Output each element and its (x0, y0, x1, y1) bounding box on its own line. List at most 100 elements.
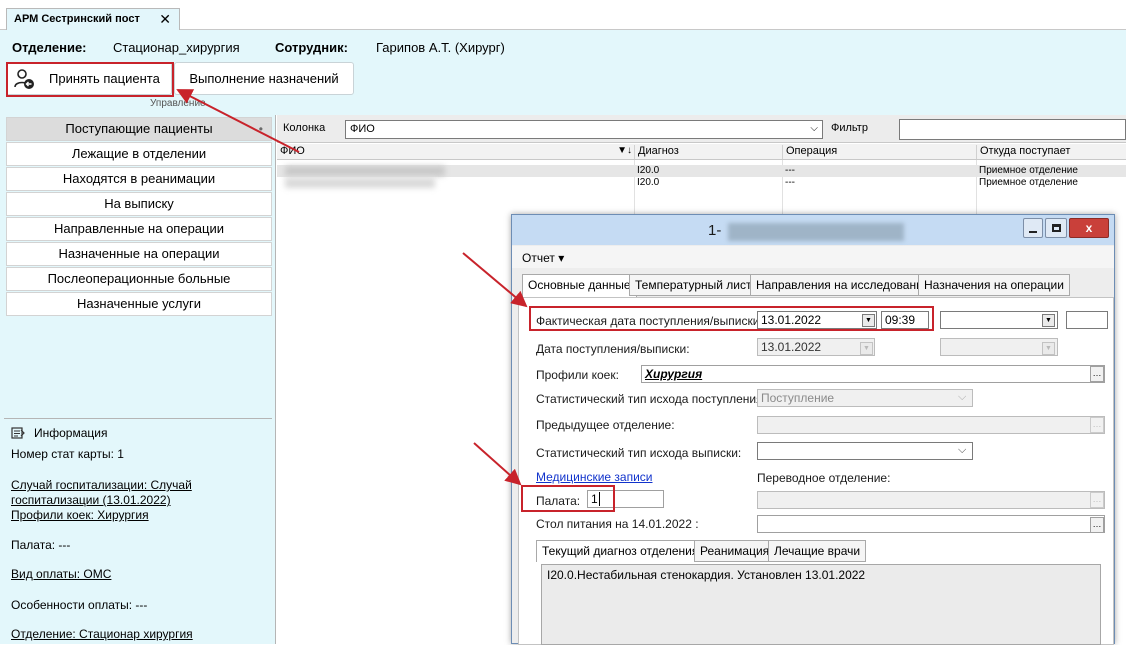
discharge-outcome-select[interactable] (757, 442, 973, 460)
meal-table-ellipsis-button[interactable]: … (1090, 517, 1104, 533)
column-header-label: ФИО (280, 145, 305, 157)
execute-assignments-button[interactable]: Выполнение назначений (174, 62, 354, 95)
ward-label: Палата: (536, 494, 581, 508)
discharge-date-dropdown-icon[interactable]: ▼ (1042, 314, 1055, 327)
cell-diagnosis: I20.0 (637, 177, 660, 188)
discharge-time-field[interactable] (1066, 311, 1108, 329)
nav-item-label: Лежащие в отделении (71, 146, 207, 161)
execute-assignments-label: Выполнение назначений (189, 71, 339, 86)
column-header-source[interactable]: Откуда поступает (976, 145, 1126, 159)
admission-outcome-label: Статистический тип исхода поступления: (536, 392, 766, 406)
column-header-diagnosis[interactable]: Диагноз (634, 145, 782, 159)
info-title: Информация (34, 426, 108, 440)
information-panel: Информация Номер стат карты: 1 Случай го… (4, 418, 272, 644)
filter-label: Фильтр (831, 122, 868, 134)
info-card-number: Номер стат карты: 1 (11, 447, 124, 461)
cell-operation: --- (785, 177, 795, 188)
admission-date-2-dropdown-icon: ▼ (1042, 342, 1055, 355)
nav-referred-to-surgery[interactable]: Направленные на операции (6, 217, 272, 241)
tab-research-referrals[interactable]: Направления на исследования (750, 274, 936, 296)
chevron-down-icon[interactable]: ⌵ (958, 444, 966, 457)
minimize-button[interactable] (1023, 218, 1043, 238)
info-bed-profiles-link[interactable]: Профили коек: Хирургия (11, 508, 149, 522)
discharge-outcome-label: Статистический тип исхода выписки: (536, 446, 742, 460)
nav-for-discharge[interactable]: На выписку (6, 192, 272, 216)
dialog-menu-bar: Отчет ▾ (512, 246, 1114, 268)
info-icon (11, 427, 25, 442)
grid-header: ФИО ▼↓ Диагноз Операция Откуда поступает (277, 144, 1126, 160)
nav-in-intensive-care[interactable]: Находятся в реанимации (6, 167, 272, 191)
filter-bar: Колонка ФИО ⌵ Фильтр (277, 115, 1126, 143)
nav-item-label: На выписку (104, 196, 174, 211)
meal-table-label: Стол питания на 14.01.2022 : (536, 517, 699, 531)
department-value: Стационар_хирургия (113, 40, 240, 55)
header-panel: Отделение: Стационар_хирургия Сотрудник:… (0, 30, 1126, 115)
column-select-value: ФИО (350, 123, 375, 135)
maximize-icon (1051, 224, 1061, 232)
info-hospitalization-case-link[interactable]: Случай госпитализации: Случай госпитализ… (11, 478, 211, 508)
discharge-date-field[interactable] (940, 311, 1058, 329)
column-header-fio[interactable]: ФИО ▼↓ (277, 145, 634, 159)
chevron-down-icon: ⌵ (958, 391, 967, 403)
tab-intensive-care[interactable]: Реанимация (694, 540, 776, 562)
bed-profiles-label: Профили коек: (536, 368, 619, 382)
medical-records-link[interactable]: Медицинские записи (536, 470, 653, 484)
admission-date-2-field (940, 338, 1058, 356)
actual-time-field[interactable]: 09:39 (881, 311, 929, 329)
tab-current-diagnosis[interactable]: Текущий диагноз отделения (536, 540, 705, 562)
meal-table-field[interactable] (757, 515, 1105, 533)
tab-close-icon[interactable]: ✕ (159, 11, 171, 28)
maximize-button[interactable] (1045, 218, 1067, 238)
chevron-down-icon: ⌵ (810, 123, 818, 134)
nav-lying-in-department[interactable]: Лежащие в отделении (6, 142, 272, 166)
actual-date-field[interactable]: 13.01.2022 (757, 311, 877, 329)
cell-source: Приемное отделение (979, 165, 1078, 176)
transfer-department-ellipsis-button: … (1090, 492, 1104, 508)
document-tab-strip: АРМ Сестринский пост ✕ (0, 0, 1126, 31)
column-label: Колонка (283, 122, 326, 134)
previous-department-ellipsis-button: … (1090, 417, 1104, 433)
column-header-operation[interactable]: Операция (782, 145, 976, 159)
nav-postoperative-patients[interactable]: Послеоперационные больные (6, 267, 272, 291)
patient-card-dialog: 1- x Отчет ▾ Основные данные Температурн… (511, 214, 1115, 645)
tab-temperature-sheet[interactable]: Температурный лист (629, 274, 758, 296)
ward-input[interactable]: 1 (587, 490, 664, 508)
actual-date-dropdown-icon[interactable]: ▼ (862, 314, 875, 327)
report-menu[interactable]: Отчет ▾ (522, 251, 564, 265)
info-department-link[interactable]: Отделение: Стационар хирургия (11, 627, 193, 641)
info-payment-type-link[interactable]: Вид оплаты: ОМС (11, 567, 111, 581)
close-button[interactable]: x (1069, 218, 1109, 238)
dialog-title-bar[interactable]: 1- x (512, 215, 1114, 245)
transfer-department-field (757, 491, 1105, 509)
blurred-patient-name (285, 166, 445, 176)
accept-patient-button[interactable]: Принять пациента (6, 62, 172, 95)
actual-time-value: 09:39 (885, 313, 916, 327)
tab-main-data[interactable]: Основные данные (522, 274, 637, 298)
tab-attending-doctors[interactable]: Лечащие врачи (768, 540, 867, 562)
tab-arm-nurse-post[interactable]: АРМ Сестринский пост ✕ (6, 8, 180, 31)
admission-date-label: Дата поступления/выписки: (536, 342, 690, 356)
cell-operation: --- (785, 165, 795, 176)
filter-input[interactable] (899, 119, 1126, 140)
admission-date-dropdown-icon: ▼ (860, 342, 873, 355)
ribbon-group-caption: Управление (150, 98, 206, 109)
employee-label: Сотрудник: (275, 40, 348, 55)
nav-assigned-services[interactable]: Назначенные услуги (6, 292, 272, 316)
info-ward: Палата: --- (11, 538, 71, 552)
bed-profiles-field[interactable]: Хирургия (641, 365, 1105, 383)
nav-incoming-patients[interactable]: Поступающие пациенты • (6, 117, 272, 141)
close-icon: x (1085, 221, 1093, 235)
bed-profiles-ellipsis-button[interactable]: … (1090, 366, 1104, 382)
table-row[interactable]: I20.0 --- Приемное отделение (277, 177, 1126, 189)
blurred-patient-title (728, 223, 904, 241)
nav-item-label: Назначенные на операции (58, 246, 220, 261)
tab-surgery-assignments[interactable]: Назначения на операции (918, 274, 1070, 296)
admission-outcome-select: Поступление (757, 389, 973, 407)
current-diagnosis-box[interactable]: I20.0.Нестабильная стенокардия. Установл… (541, 564, 1101, 645)
dialog-title: 1- (708, 222, 722, 239)
sort-filter-icon[interactable]: ▼↓ (617, 145, 632, 156)
table-row[interactable]: I20.0 --- Приемное отделение (277, 165, 1126, 177)
nav-scheduled-for-surgery[interactable]: Назначенные на операции (6, 242, 272, 266)
column-select[interactable]: ФИО ⌵ (345, 120, 823, 139)
text-cursor (598, 492, 600, 506)
